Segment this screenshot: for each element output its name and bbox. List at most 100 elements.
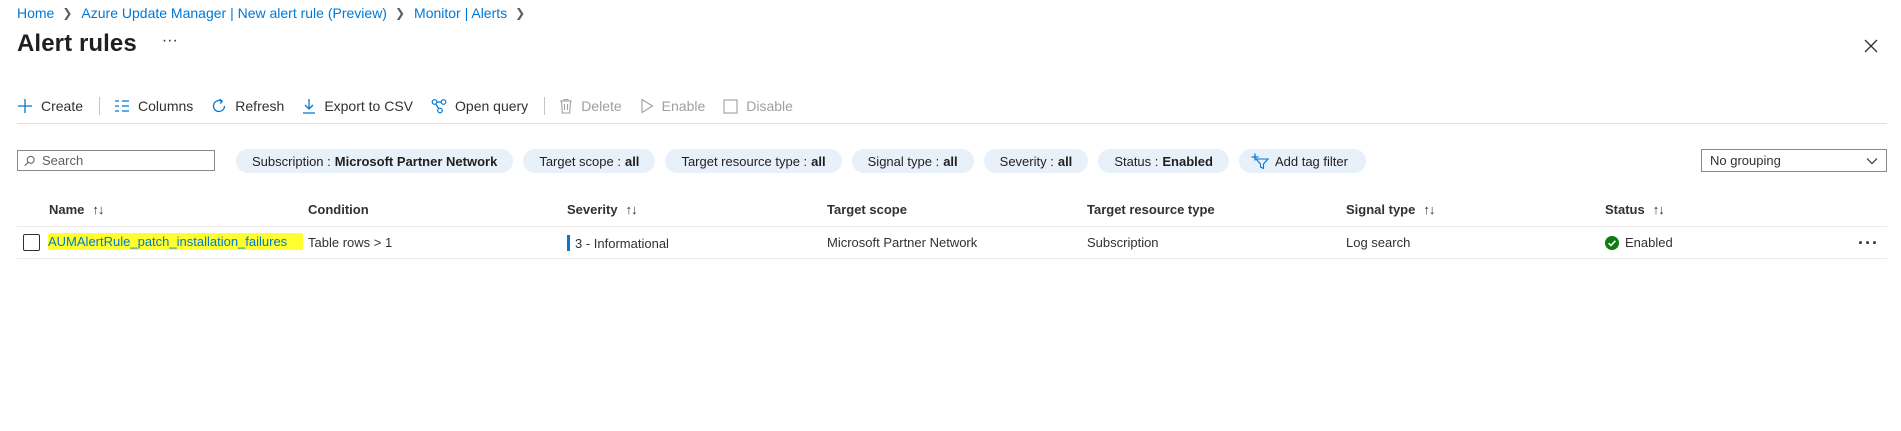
status-label: Enabled [1625, 235, 1673, 250]
open-query-label: Open query [455, 98, 529, 114]
column-target-scope-label: Target scope [827, 202, 907, 217]
filter-severity-label: Severity : [999, 153, 1054, 169]
delete-button[interactable]: Delete [559, 98, 622, 114]
toolbar-divider-line [17, 123, 1887, 124]
cell-name: AUMAlertRule_patch_installation_failures [48, 233, 304, 250]
row-checkbox[interactable] [23, 234, 40, 251]
breadcrumb-home[interactable]: Home [17, 5, 54, 21]
column-header-target-scope: Target scope [827, 202, 907, 217]
chevron-right-icon: ❯ [515, 6, 526, 20]
play-icon [641, 98, 654, 114]
create-button[interactable]: Create [17, 98, 83, 114]
enable-label: Enable [661, 98, 706, 114]
column-target-resource-type-label: Target resource type [1087, 202, 1215, 217]
toolbar-divider [99, 97, 101, 115]
breadcrumb-update-manager[interactable]: Azure Update Manager | New alert rule (P… [81, 5, 387, 21]
severity-indicator [567, 235, 570, 251]
sort-icon[interactable]: ↑↓ [92, 202, 104, 217]
table-row[interactable]: AUMAlertRule_patch_installation_failures… [17, 227, 1887, 259]
column-header-name[interactable]: Name ↑↓ [49, 202, 104, 217]
query-icon [431, 99, 447, 114]
refresh-label: Refresh [235, 98, 285, 114]
sort-icon[interactable]: ↑↓ [626, 202, 638, 217]
disable-label: Disable [746, 98, 793, 114]
create-label: Create [41, 98, 84, 114]
column-signal-type-label: Signal type [1346, 202, 1416, 217]
more-options-icon[interactable]: ··· [162, 32, 178, 50]
column-header-status[interactable]: Status ↑↓ [1605, 202, 1665, 217]
stop-icon [723, 98, 738, 114]
columns-button[interactable]: Columns [114, 98, 193, 114]
grouping-selected: No grouping [1710, 153, 1781, 168]
filter-signal-type-value: all [943, 153, 958, 169]
filter-status-value: Enabled [1162, 153, 1213, 169]
filter-pills: Subscription : Microsoft Partner Network… [236, 149, 1376, 173]
filter-signal-type-label: Signal type : [867, 153, 940, 169]
disable-button[interactable]: Disable [723, 98, 793, 114]
cell-condition: Table rows > 1 [308, 235, 393, 250]
cell-signal-type: Log search [1346, 235, 1411, 250]
column-condition-label: Condition [308, 202, 369, 217]
enable-button[interactable]: Enable [640, 98, 706, 114]
column-severity-label: Severity [567, 202, 618, 217]
title-row: Alert rules ··· [17, 30, 178, 58]
search-input[interactable] [40, 152, 214, 169]
cell-target-resource-type: Subscription [1087, 235, 1159, 250]
check-circle-icon [1605, 235, 1619, 250]
filter-subscription[interactable]: Subscription : Microsoft Partner Network [236, 149, 514, 173]
alert-rule-name-link[interactable]: AUMAlertRule_patch_installation_failures [48, 233, 304, 250]
alert-rules-page: Home ❯ Azure Update Manager | New alert … [0, 0, 1901, 431]
filter-status[interactable]: Status : Enabled [1098, 149, 1229, 173]
plus-icon [18, 99, 32, 113]
delete-label: Delete [581, 98, 622, 114]
trash-icon [560, 98, 573, 114]
column-name-label: Name [49, 202, 85, 217]
filter-target-resource-type-label: Target resource type : [681, 153, 808, 169]
filter-target-resource-type-value: all [811, 153, 826, 169]
filter-subscription-label: Subscription : [252, 153, 331, 169]
alert-rules-table: Name ↑↓ Condition Severity ↑↓ Target sco… [17, 196, 1887, 259]
filter-severity-value: all [1057, 153, 1073, 169]
column-header-target-resource-type: Target resource type [1087, 202, 1215, 217]
refresh-icon [213, 98, 226, 113]
column-header-signal-type[interactable]: Signal type ↑↓ [1346, 202, 1435, 217]
filter-target-scope-value: all [624, 153, 640, 169]
filter-status-label: Status : [1114, 153, 1159, 169]
toolbar-divider [544, 97, 546, 115]
columns-label: Columns [138, 98, 194, 114]
add-tag-filter-button[interactable]: Add tag filter [1238, 149, 1366, 173]
export-csv-button[interactable]: Export to CSV [302, 98, 413, 114]
cell-status: Enabled [1605, 235, 1673, 250]
chevron-right-icon: ❯ [62, 6, 73, 20]
refresh-button[interactable]: Refresh [211, 98, 284, 114]
filter-signal-type[interactable]: Signal type : all [851, 149, 974, 173]
add-filter-icon [1251, 153, 1269, 169]
export-csv-label: Export to CSV [324, 98, 414, 114]
column-header-severity[interactable]: Severity ↑↓ [567, 202, 638, 217]
severity-label: 3 - Informational [575, 235, 669, 251]
open-query-button[interactable]: Open query [431, 98, 528, 114]
filter-severity[interactable]: Severity : all [983, 149, 1089, 173]
filter-target-resource-type[interactable]: Target resource type : all [665, 149, 842, 173]
search-icon [24, 155, 35, 166]
breadcrumb-monitor-alerts[interactable]: Monitor | Alerts [414, 5, 507, 21]
column-header-condition: Condition [308, 202, 369, 217]
grouping-dropdown[interactable]: No grouping [1701, 149, 1887, 172]
chevron-right-icon: ❯ [394, 6, 406, 20]
close-icon[interactable] [1863, 38, 1879, 54]
cell-target-scope: Microsoft Partner Network [827, 235, 978, 250]
filter-target-scope-label: Target scope : [539, 153, 621, 169]
columns-icon [115, 100, 130, 112]
sort-icon[interactable]: ↑↓ [1653, 202, 1665, 217]
search-box[interactable] [17, 150, 215, 171]
filter-target-scope[interactable]: Target scope : all [523, 149, 656, 173]
chevron-down-icon [1866, 157, 1878, 164]
breadcrumb: Home ❯ Azure Update Manager | New alert … [17, 5, 534, 21]
row-more-options-icon[interactable]: ··· [1858, 233, 1879, 254]
table-header: Name ↑↓ Condition Severity ↑↓ Target sco… [17, 196, 1887, 227]
download-icon [303, 99, 316, 114]
page-title: Alert rules [17, 30, 137, 57]
filter-subscription-value: Microsoft Partner Network [334, 153, 498, 169]
sort-icon[interactable]: ↑↓ [1423, 202, 1435, 217]
column-status-label: Status [1605, 202, 1645, 217]
